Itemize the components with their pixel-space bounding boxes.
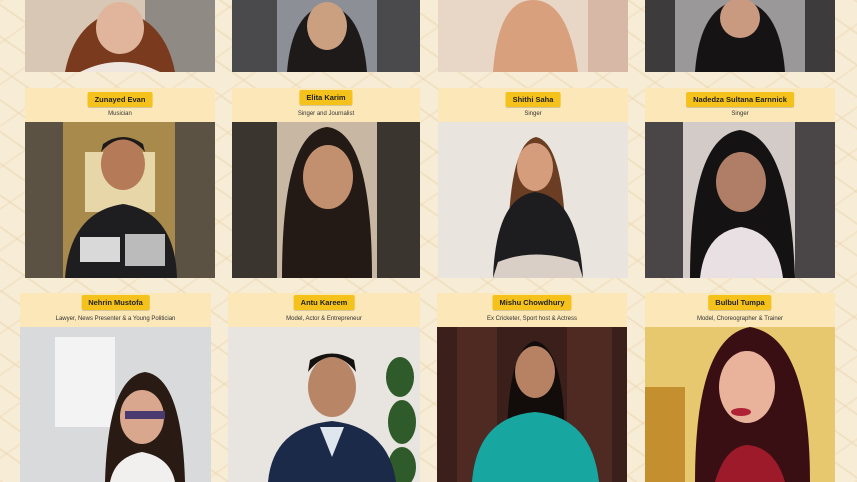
profile-card-5: Nehrin Mustofa Lawyer, News Presenter & … bbox=[20, 293, 211, 482]
person-portrait-icon bbox=[437, 327, 627, 482]
portrait-photo bbox=[438, 0, 628, 72]
portrait-photo bbox=[438, 122, 628, 278]
card-header: Nadedza Sultana Earnnick Singer bbox=[645, 88, 835, 122]
card-header: Elita Karim Singer and Journalist bbox=[232, 88, 420, 122]
profile-card-6: Antu Kareem Model, Actor & Entrepreneur bbox=[228, 293, 420, 482]
profile-card-3: Shithi Saha Singer bbox=[438, 88, 628, 278]
name-tag: Shithi Saha bbox=[505, 92, 561, 107]
role-label: Singer and Journalist bbox=[297, 111, 355, 117]
person-portrait-icon bbox=[25, 122, 215, 278]
portrait-photo bbox=[645, 122, 835, 278]
card-header: Shithi Saha Singer bbox=[438, 88, 628, 122]
card-header: Bulbul Tumpa Model, Choreographer & Trai… bbox=[645, 293, 835, 327]
top-card-2 bbox=[232, 0, 420, 72]
name-tag: Nadedza Sultana Earnnick bbox=[686, 92, 794, 107]
profile-card-2: Elita Karim Singer and Journalist bbox=[232, 88, 420, 278]
card-header: Nehrin Mustofa Lawyer, News Presenter & … bbox=[20, 293, 211, 327]
top-card-1 bbox=[25, 0, 215, 72]
name-tag: Bulbul Tumpa bbox=[708, 295, 772, 310]
portrait-photo bbox=[645, 327, 835, 482]
card-header: Mishu Chowdhury Ex Cricketer, Sport host… bbox=[437, 293, 627, 327]
person-portrait-icon bbox=[20, 327, 211, 482]
profile-card-4: Nadedza Sultana Earnnick Singer bbox=[645, 88, 835, 278]
portrait-photo bbox=[25, 122, 215, 278]
top-card-3 bbox=[438, 0, 628, 72]
role-label: Singer bbox=[731, 111, 749, 117]
person-portrait-icon bbox=[645, 327, 835, 482]
person-portrait-icon bbox=[228, 327, 420, 482]
profile-card-1: Zunayed Evan Musician bbox=[25, 88, 215, 278]
person-portrait-icon bbox=[232, 0, 420, 72]
portrait-photo bbox=[25, 0, 215, 72]
person-portrait-icon bbox=[645, 122, 835, 278]
role-label: Model, Actor & Entrepreneur bbox=[286, 316, 362, 322]
portrait-photo bbox=[232, 0, 420, 72]
person-portrait-icon bbox=[232, 122, 420, 278]
portrait-photo bbox=[645, 0, 835, 72]
portrait-photo bbox=[437, 327, 627, 482]
top-card-4 bbox=[645, 0, 835, 72]
profile-card-7: Mishu Chowdhury Ex Cricketer, Sport host… bbox=[437, 293, 627, 482]
profile-card-8: Bulbul Tumpa Model, Choreographer & Trai… bbox=[645, 293, 835, 482]
role-label: Musician bbox=[108, 111, 132, 117]
role-label: Model, Choreographer & Trainer bbox=[696, 316, 784, 322]
role-label: Ex Cricketer, Sport host & Actress bbox=[486, 316, 578, 322]
person-portrait-icon bbox=[438, 0, 628, 72]
person-portrait-icon bbox=[645, 0, 835, 72]
name-tag: Nehrin Mustofa bbox=[81, 295, 150, 310]
card-header: Zunayed Evan Musician bbox=[25, 88, 215, 122]
role-label: Lawyer, News Presenter & a Young Politic… bbox=[55, 316, 176, 322]
role-label: Singer bbox=[524, 111, 542, 117]
portrait-photo bbox=[228, 327, 420, 482]
card-header: Antu Kareem Model, Actor & Entrepreneur bbox=[228, 293, 420, 327]
portrait-photo bbox=[20, 327, 211, 482]
name-tag: Mishu Chowdhury bbox=[492, 295, 572, 310]
person-portrait-icon bbox=[25, 0, 215, 72]
portrait-photo bbox=[232, 122, 420, 278]
name-tag: Zunayed Evan bbox=[87, 92, 153, 107]
person-portrait-icon bbox=[438, 122, 628, 278]
name-tag: Elita Karim bbox=[299, 90, 353, 105]
name-tag: Antu Kareem bbox=[293, 295, 355, 310]
